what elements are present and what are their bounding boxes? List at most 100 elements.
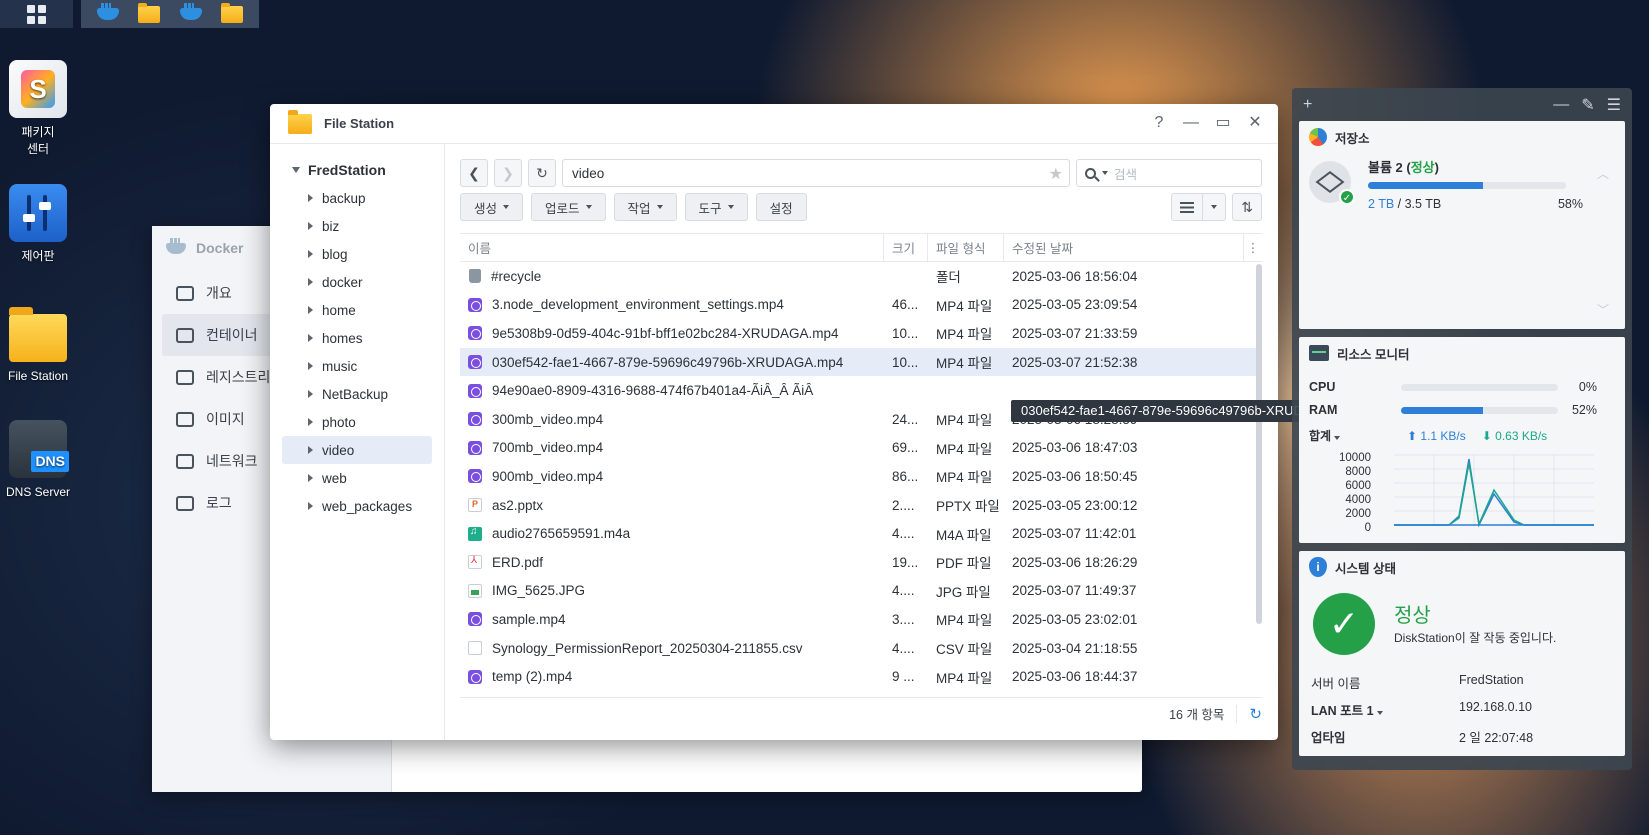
desktop-icon-file-station[interactable]: File Station — [0, 304, 76, 385]
expand-icon[interactable] — [308, 194, 313, 202]
column-header-name[interactable]: 이름 — [460, 233, 884, 262]
file-name: Synology_PermissionReport_20250304-21185… — [492, 640, 803, 656]
chevron-down-icon[interactable]: ﹀ — [1597, 301, 1609, 318]
desktop-icon-dns-server[interactable]: DNS DNS Server — [0, 420, 76, 501]
star-icon[interactable]: ★ — [1049, 164, 1063, 184]
tree-item-docker[interactable]: docker — [270, 268, 444, 296]
tree-item-backup[interactable]: backup — [270, 184, 444, 212]
path-bar[interactable]: video ★ — [562, 159, 1070, 187]
close-button[interactable]: ✕ — [1246, 114, 1264, 132]
table-row[interactable]: 700mb_video.mp4 69... MP4 파일 2025-03-06 18:… — [460, 434, 1262, 463]
video-file-icon — [468, 355, 482, 370]
cell-name: IMG_5625.JPG — [460, 583, 884, 598]
folder-icon — [138, 2, 161, 23]
chart-y-axis: 10000 8000 6000 4000 2000 0 — [1309, 451, 1371, 535]
sort-button[interactable]: ⇅ — [1232, 193, 1262, 221]
tree-item-web_packages[interactable]: web_packages — [270, 492, 444, 520]
minimize-button[interactable]: — — [1182, 114, 1200, 132]
chevron-down-icon — [1102, 171, 1108, 175]
expand-icon[interactable] — [308, 278, 313, 286]
video-file-icon — [468, 440, 482, 455]
table-row[interactable]: temp (2).mp4 9 ... MP4 파일 2025-03-06 18:44:… — [460, 662, 1262, 691]
expand-icon[interactable] — [308, 250, 313, 258]
main-menu-button[interactable] — [0, 0, 73, 28]
table-row[interactable]: #recycle 폴더 2025-03-06 18:56:04 — [460, 262, 1262, 291]
expand-icon[interactable] — [308, 222, 313, 230]
table-row[interactable]: sample.mp4 3.... MP4 파일 2025-03-05 23:02:01 — [460, 605, 1262, 634]
pin-icon[interactable]: ✎ — [1581, 95, 1594, 115]
table-row[interactable]: 030ef542-fae1-4667-879e-59696c49796b-XRU… — [460, 347, 1262, 377]
tree-item-home[interactable]: home — [270, 296, 444, 324]
refresh-button[interactable]: ↻ — [528, 159, 556, 187]
action-button[interactable]: 작업 — [613, 193, 677, 221]
taskbar-docker-2[interactable] — [179, 3, 203, 24]
cell-date: 2025-03-06 18:47:03 — [1012, 440, 1138, 456]
tree-item-netbackup[interactable]: NetBackup — [270, 380, 444, 408]
table-row[interactable]: 900mb_video.mp4 86... MP4 파일 2025-03-06 18:… — [460, 462, 1262, 491]
window-title-bar[interactable]: File Station ? — ▭ ✕ — [270, 104, 1278, 144]
expand-icon[interactable] — [308, 390, 313, 398]
tree-item-label: docker — [322, 274, 363, 290]
table-row[interactable]: 9e5308b9-0d59-404c-91bf-bff1e02bc284-XRU… — [460, 319, 1262, 348]
expand-icon[interactable] — [308, 502, 313, 510]
video-file-icon — [468, 297, 482, 312]
tools-button[interactable]: 도구 — [684, 193, 748, 221]
refresh-icon[interactable]: ↻ — [1236, 704, 1262, 723]
cell-type: MP4 파일 — [936, 670, 993, 686]
network-selector[interactable]: 합계 — [1309, 427, 1391, 444]
tree-item-biz[interactable]: biz — [270, 212, 444, 240]
volume-percent: 58% — [1557, 197, 1583, 211]
help-button[interactable]: ? — [1150, 114, 1168, 132]
table-row[interactable]: Synology_PermissionReport_20250304-21185… — [460, 634, 1262, 663]
nav-label: 개요 — [206, 285, 232, 301]
expand-icon[interactable] — [308, 334, 313, 342]
tree-item-blog[interactable]: blog — [270, 240, 444, 268]
tree-item-web[interactable]: web — [270, 464, 444, 492]
table-row[interactable]: audio2765659591.m4a 4.... M4A 파일 2025-03-07… — [460, 519, 1262, 548]
search-input[interactable]: 검색 — [1076, 159, 1262, 187]
desktop-icon-label: 패키지 센터 — [21, 125, 55, 156]
chevron-up-icon[interactable]: ︿ — [1597, 165, 1609, 182]
tree-item-video[interactable]: video — [282, 436, 432, 464]
scrollbar[interactable] — [1256, 264, 1262, 624]
expand-icon[interactable] — [308, 418, 313, 426]
column-header-date[interactable]: 수정된 날짜 — [1004, 233, 1244, 262]
cell-size: 4.... — [892, 583, 915, 599]
settings-button[interactable]: 설정 — [755, 193, 807, 221]
column-header-size[interactable]: 크기 — [884, 233, 928, 262]
taskbar-file-station-2[interactable] — [220, 2, 244, 24]
maximize-button[interactable]: ▭ — [1214, 114, 1232, 132]
expand-icon[interactable] — [308, 446, 313, 454]
taskbar-docker[interactable] — [96, 3, 120, 24]
minimize-icon[interactable]: — — [1553, 96, 1569, 114]
taskbar-file-station[interactable] — [137, 2, 161, 24]
forward-button[interactable]: ❯ — [494, 159, 522, 187]
table-row[interactable]: ERD.pdf 19... PDF 파일 2025-03-06 18:26:29 — [460, 548, 1262, 577]
back-button[interactable]: ❮ — [460, 159, 488, 187]
column-header-type[interactable]: 파일 형식 — [928, 233, 1004, 262]
create-button[interactable]: 생성 — [460, 193, 524, 221]
desktop-icon-control-panel[interactable]: 제어판 — [0, 184, 76, 265]
container-icon — [176, 327, 194, 343]
add-widget-icon[interactable]: + — [1303, 96, 1312, 114]
table-row[interactable]: IMG_5625.JPG 4.... JPG 파일 2025-03-07 11:49:… — [460, 577, 1262, 606]
expand-icon[interactable] — [292, 167, 300, 173]
tree-item-homes[interactable]: homes — [270, 324, 444, 352]
expand-icon[interactable] — [308, 306, 313, 314]
column-menu-icon[interactable]: ⋮ — [1244, 234, 1262, 262]
expand-icon[interactable] — [308, 474, 313, 482]
expand-icon[interactable] — [308, 362, 313, 370]
lan-port-selector[interactable]: LAN 포트 1 — [1311, 700, 1459, 718]
panel-menu-icon[interactable]: ☰ — [1607, 95, 1621, 115]
tree-item-photo[interactable]: photo — [270, 408, 444, 436]
tree-item-music[interactable]: music — [270, 352, 444, 380]
file-station-window[interactable]: File Station ? — ▭ ✕ FredStation backup b… — [270, 104, 1370, 740]
upload-button[interactable]: 업로드 — [531, 193, 606, 221]
network-label: 합계 — [1309, 429, 1332, 443]
desktop-icon-package-center[interactable]: S 패키지 센터 — [0, 60, 76, 158]
table-row[interactable]: 3.node_development_environment_settings.… — [460, 291, 1262, 320]
tree-root[interactable]: FredStation — [270, 156, 444, 184]
view-mode-toggle[interactable] — [1171, 193, 1227, 221]
server-name-label: 서버 이름 — [1311, 677, 1361, 691]
table-row[interactable]: as2.pptx 2.... PPTX 파일 2025-03-05 23:00:12 — [460, 491, 1262, 520]
